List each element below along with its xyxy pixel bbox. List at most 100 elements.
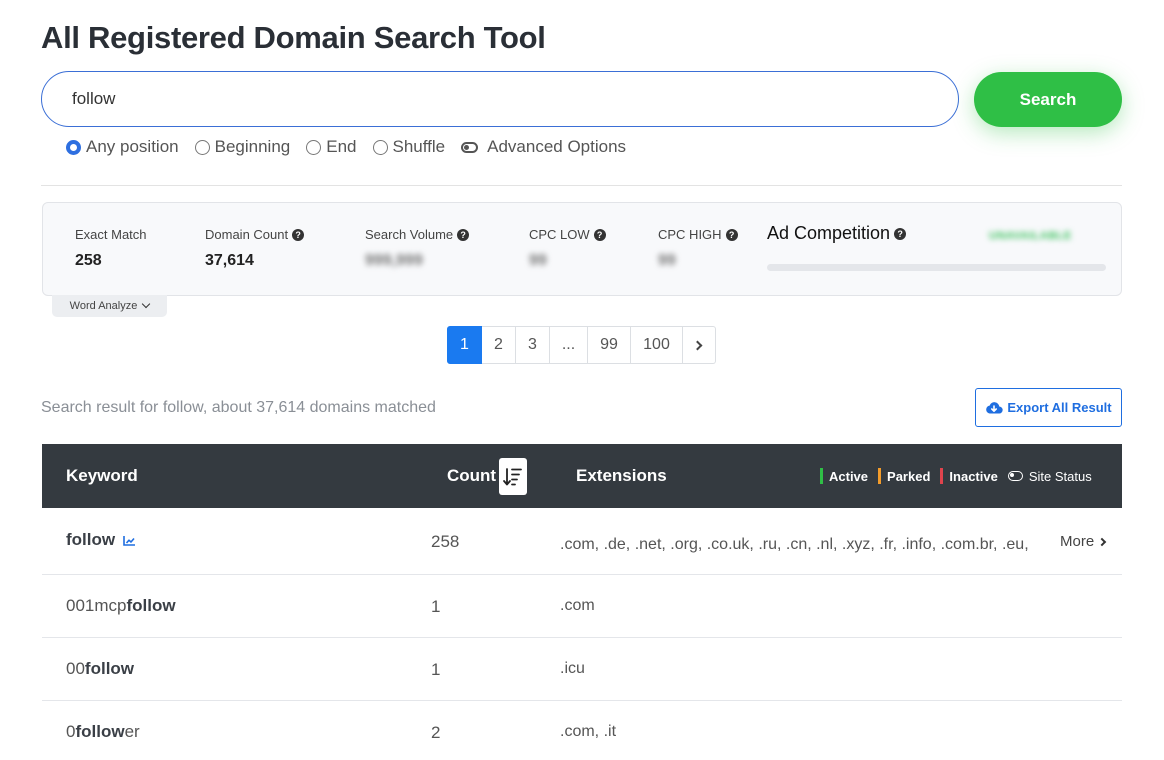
count-cell: 1 bbox=[431, 660, 441, 679]
help-icon[interactable]: ? bbox=[457, 228, 470, 241]
stat-ad-competition: Ad Competition? bbox=[767, 223, 907, 244]
sort-descending-icon bbox=[503, 468, 522, 486]
count-cell: 1 bbox=[431, 597, 441, 616]
inactive-color-bar bbox=[940, 468, 944, 484]
legend-active: Active bbox=[820, 468, 868, 484]
page-100[interactable]: 100 bbox=[631, 326, 683, 364]
search-input[interactable] bbox=[41, 71, 959, 127]
keyword-cell[interactable]: 00 follow bbox=[66, 659, 134, 679]
radio-icon[interactable] bbox=[306, 139, 322, 155]
table-row: 0 follow er 2 .com, .it bbox=[42, 701, 1122, 760]
keyword-match: follow bbox=[126, 596, 176, 615]
chevron-right-icon bbox=[692, 340, 703, 350]
keyword-cell[interactable]: follow bbox=[66, 530, 136, 550]
extensions-cell: .com bbox=[560, 597, 595, 614]
page-3[interactable]: 3 bbox=[516, 326, 550, 364]
next-page-button[interactable] bbox=[683, 326, 716, 364]
option-label: Any position bbox=[86, 137, 179, 156]
stat-label: CPC LOW bbox=[529, 227, 590, 242]
header-count: Count bbox=[447, 466, 497, 485]
stat-value: 258 bbox=[75, 252, 102, 269]
count-cell: 258 bbox=[431, 532, 460, 551]
table-header: Keyword Count Extensions Active Parked I… bbox=[42, 444, 1122, 508]
keyword-match: follow bbox=[66, 530, 116, 549]
stat-label: Exact Match bbox=[75, 227, 147, 242]
toggle-icon[interactable] bbox=[1007, 471, 1023, 481]
more-extensions-link[interactable]: More bbox=[1060, 533, 1107, 550]
chevron-down-icon bbox=[142, 299, 151, 309]
help-icon[interactable]: ? bbox=[725, 228, 738, 241]
export-all-button[interactable]: Export All Result bbox=[975, 388, 1122, 427]
cloud-download-icon bbox=[986, 402, 1004, 414]
option-end[interactable]: End bbox=[306, 137, 357, 157]
advanced-options-toggle[interactable]: Advanced Options bbox=[461, 137, 626, 157]
stat-label: Search Volume bbox=[365, 227, 454, 242]
word-analyze-button[interactable]: Word Analyze bbox=[52, 295, 167, 317]
header-extensions: Extensions bbox=[576, 466, 667, 485]
extensions-cell: .com, .de, .net, .org, .co.uk, .ru, .cn,… bbox=[560, 536, 1029, 553]
radio-checked-icon[interactable] bbox=[66, 139, 81, 155]
advanced-options-label: Advanced Options bbox=[487, 137, 627, 156]
page-ellipsis: ... bbox=[550, 326, 588, 364]
ad-competition-bar bbox=[767, 264, 1106, 271]
option-label: Shuffle bbox=[392, 137, 446, 156]
count-cell: 2 bbox=[431, 723, 441, 742]
stat-label: CPC HIGH bbox=[658, 227, 722, 242]
status-legend: Active Parked Inactive Site Status bbox=[820, 468, 1102, 484]
active-color-bar bbox=[820, 468, 823, 484]
result-summary: Search result for follow, about 37,614 d… bbox=[41, 399, 436, 416]
stat-search-volume: Search Volume? 999,999 bbox=[365, 227, 470, 270]
stat-value-blurred: 99 bbox=[529, 252, 547, 269]
stat-exact-match: Exact Match 258 bbox=[75, 227, 147, 270]
keyword-match: follow bbox=[75, 722, 125, 741]
keyword-cell[interactable]: 0 follow er bbox=[66, 722, 140, 742]
toggle-icon[interactable] bbox=[461, 141, 479, 153]
word-analyze-label: Word Analyze bbox=[69, 300, 138, 312]
radio-icon[interactable] bbox=[194, 139, 210, 155]
parked-color-bar bbox=[878, 468, 882, 484]
extensions-cell: .com, .it bbox=[560, 723, 617, 740]
radio-icon[interactable] bbox=[372, 139, 388, 155]
search-options: Any position Beginning End Shuffle Advan… bbox=[66, 136, 642, 158]
header-keyword: Keyword bbox=[66, 466, 138, 485]
option-shuffle[interactable]: Shuffle bbox=[372, 137, 446, 157]
keyword-cell[interactable]: 001mcp follow bbox=[66, 596, 176, 616]
stat-domain-count: Domain Count? 37,614 bbox=[205, 227, 305, 270]
stat-cpc-high: CPC HIGH? 99 bbox=[658, 227, 738, 270]
ad-competition-status: UNAVAILABLE bbox=[989, 230, 1072, 242]
chevron-right-icon bbox=[1097, 537, 1107, 546]
page-title: All Registered Domain Search Tool bbox=[41, 20, 546, 55]
more-label: More bbox=[1060, 533, 1095, 550]
keyword-match: follow bbox=[84, 659, 135, 678]
stat-value-blurred: 999,999 bbox=[365, 252, 423, 269]
search-button[interactable]: Search bbox=[974, 72, 1122, 127]
pagination: 1 2 3 ... 99 100 bbox=[447, 326, 716, 364]
table-row: 00 follow 1 .icu bbox=[42, 638, 1122, 701]
stat-label: Domain Count bbox=[205, 227, 289, 242]
help-icon[interactable]: ? bbox=[593, 228, 606, 241]
option-label: End bbox=[326, 137, 357, 156]
sort-button[interactable] bbox=[499, 458, 527, 495]
page-1[interactable]: 1 bbox=[447, 326, 482, 364]
option-any-position[interactable]: Any position bbox=[66, 137, 179, 157]
page-2[interactable]: 2 bbox=[482, 326, 516, 364]
help-icon[interactable]: ? bbox=[894, 227, 907, 240]
site-status-toggle[interactable]: Site Status bbox=[1007, 469, 1092, 484]
table-row: follow 258 .com, .de, .net, .org, .co.uk… bbox=[42, 508, 1122, 575]
stats-panel: Exact Match 258 Domain Count? 37,614 Sea… bbox=[42, 202, 1122, 296]
stat-value-blurred: 99 bbox=[658, 252, 676, 269]
trend-chart-icon[interactable] bbox=[123, 535, 136, 546]
divider bbox=[41, 185, 1122, 186]
stat-value: 37,614 bbox=[205, 252, 254, 269]
ad-competition-label: Ad Competition bbox=[767, 223, 891, 243]
help-icon[interactable]: ? bbox=[292, 228, 305, 241]
option-beginning[interactable]: Beginning bbox=[194, 137, 291, 157]
option-label: Beginning bbox=[214, 137, 291, 156]
legend-inactive: Inactive bbox=[940, 468, 998, 484]
extensions-cell: .icu bbox=[560, 660, 585, 677]
table-row: 001mcp follow 1 .com bbox=[42, 575, 1122, 638]
page-99[interactable]: 99 bbox=[588, 326, 631, 364]
stat-cpc-low: CPC LOW? 99 bbox=[529, 227, 606, 270]
export-label: Export All Result bbox=[1007, 400, 1112, 415]
legend-parked: Parked bbox=[878, 468, 930, 484]
